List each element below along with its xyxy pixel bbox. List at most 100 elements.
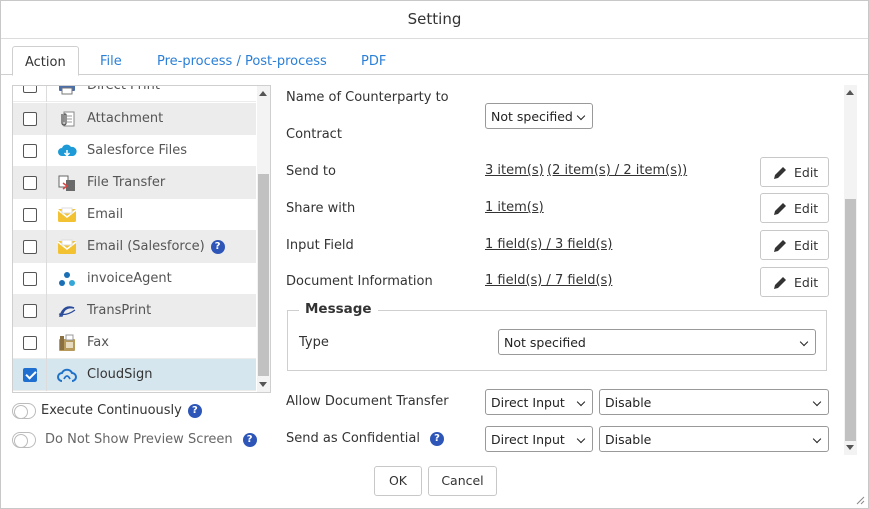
- list-item-email[interactable]: Email: [13, 199, 256, 231]
- help-icon[interactable]: ?: [187, 404, 202, 418]
- help-icon[interactable]: ?: [242, 433, 257, 447]
- direct-print-checkbox[interactable]: [23, 86, 37, 93]
- document-information-link[interactable]: 1 field(s) / 7 field(s): [485, 273, 612, 288]
- settings-scrollbar[interactable]: [844, 85, 857, 455]
- input-field-edit-button[interactable]: Edit: [760, 230, 829, 260]
- edit-label: Edit: [794, 275, 819, 290]
- tab-pre-post-process[interactable]: Pre-process / Post-process: [145, 46, 339, 76]
- allow-transfer-value-select[interactable]: Disable: [599, 389, 829, 415]
- attachment-icon: [61, 111, 75, 127]
- scroll-up-icon[interactable]: [259, 91, 267, 96]
- list-item-cloudsign[interactable]: CloudSign: [13, 359, 256, 391]
- confidential-mode-select[interactable]: Direct Input: [485, 426, 593, 452]
- send-to-label: Send to: [286, 164, 336, 179]
- scroll-down-icon[interactable]: [259, 382, 267, 387]
- counterparty-label-line2: Contract: [286, 127, 342, 142]
- list-item-fax[interactable]: Fax: [13, 327, 256, 359]
- cloudsign-icon: [57, 368, 77, 382]
- allow-transfer-value: Disable: [605, 395, 652, 410]
- document-information-edit-button[interactable]: Edit: [760, 267, 829, 297]
- action-list[interactable]: Direct Print Attachment Salesforce Files…: [12, 85, 271, 393]
- execute-continuously-toggle[interactable]: [12, 403, 36, 419]
- setting-dialog: Setting Action File Pre-process / Post-p…: [0, 0, 869, 509]
- list-item-direct-print[interactable]: Direct Print: [13, 85, 256, 102]
- scroll-up-icon[interactable]: [846, 90, 854, 95]
- list-item-transprint[interactable]: TransPrint: [13, 295, 256, 327]
- salesforce-files-checkbox[interactable]: [23, 144, 37, 158]
- fax-checkbox[interactable]: [23, 336, 37, 350]
- chevron-down-icon: [576, 434, 586, 444]
- do-not-show-preview-label: Do Not Show Preview Screen: [45, 432, 233, 447]
- list-item-label: CloudSign: [87, 367, 153, 382]
- message-type-select[interactable]: Not specified: [498, 329, 816, 355]
- tab-bar: Action File Pre-process / Post-process P…: [1, 46, 868, 76]
- ok-button[interactable]: OK: [374, 466, 422, 496]
- send-as-confidential-label: Send as Confidential?: [286, 431, 444, 446]
- tab-file[interactable]: File: [88, 46, 134, 76]
- send-to-link[interactable]: 3 item(s): [485, 163, 544, 178]
- execute-continuously-label: Execute Continuously: [41, 403, 182, 418]
- invoiceagent-checkbox[interactable]: [23, 272, 37, 286]
- list-item-label: Email (Salesforce)?: [87, 239, 225, 254]
- tab-pdf[interactable]: PDF: [349, 46, 398, 76]
- dialog-title: Setting: [1, 1, 868, 39]
- share-with-edit-button[interactable]: Edit: [760, 193, 829, 223]
- list-item-label: Fax: [87, 335, 109, 350]
- email-salesforce-checkbox[interactable]: [23, 240, 37, 254]
- chevron-down-icon: [799, 337, 809, 347]
- counterparty-select[interactable]: Not specified: [485, 103, 593, 129]
- message-legend: Message: [299, 301, 378, 317]
- cloudsign-checkbox[interactable]: [23, 368, 37, 382]
- chevron-down-icon: [812, 397, 822, 407]
- list-item-label: invoiceAgent: [87, 271, 172, 286]
- confidential-value: Disable: [605, 432, 652, 447]
- help-icon[interactable]: ?: [210, 240, 225, 254]
- send-to-edit-button[interactable]: Edit: [760, 157, 829, 187]
- confidential-value-select[interactable]: Disable: [599, 426, 829, 452]
- list-item-email-salesforce[interactable]: Email (Salesforce)?: [13, 231, 256, 263]
- email-icon: [57, 207, 77, 222]
- list-item-label: Direct Print: [87, 85, 160, 93]
- send-to-detail-link[interactable]: (2 item(s) / 2 item(s)): [547, 163, 687, 178]
- share-with-link[interactable]: 1 item(s): [485, 200, 544, 215]
- chevron-down-icon: [576, 397, 586, 407]
- allow-document-transfer-label: Allow Document Transfer: [286, 394, 449, 409]
- edit-label: Edit: [794, 201, 819, 216]
- tab-action[interactable]: Action: [12, 46, 79, 76]
- list-item-invoiceagent[interactable]: invoiceAgent: [13, 263, 256, 295]
- list-item-file-transfer[interactable]: File Transfer: [13, 167, 256, 199]
- list-item-salesforce-files[interactable]: Salesforce Files: [13, 135, 256, 167]
- email-salesforce-icon: [57, 239, 77, 254]
- resize-grip-icon[interactable]: [855, 495, 865, 505]
- list-scroll-thumb[interactable]: [258, 174, 269, 376]
- file-transfer-icon: [58, 175, 75, 191]
- send-as-confidential-text: Send as Confidential: [286, 431, 420, 446]
- execute-continuously-text: Execute Continuously?: [41, 403, 202, 418]
- file-transfer-checkbox[interactable]: [23, 176, 37, 190]
- pencil-icon: [774, 203, 786, 215]
- counterparty-select-value: Not specified: [491, 109, 573, 124]
- transprint-checkbox[interactable]: [23, 304, 37, 318]
- scroll-down-icon[interactable]: [846, 445, 854, 450]
- input-field-label: Input Field: [286, 238, 354, 253]
- do-not-show-preview-toggle[interactable]: [12, 432, 36, 448]
- printer-icon: [59, 86, 75, 95]
- allow-transfer-mode-select[interactable]: Direct Input: [485, 389, 593, 415]
- list-scrollbar[interactable]: [257, 86, 270, 392]
- transprint-icon: [58, 306, 76, 317]
- attachment-checkbox[interactable]: [23, 112, 37, 126]
- list-item-attachment[interactable]: Attachment: [13, 103, 256, 135]
- email-checkbox[interactable]: [23, 208, 37, 222]
- list-item-label: Salesforce Files: [87, 143, 187, 158]
- pencil-icon: [774, 240, 786, 252]
- settings-scroll-thumb[interactable]: [845, 199, 856, 441]
- cancel-button[interactable]: Cancel: [428, 466, 497, 496]
- message-type-select-value: Not specified: [504, 335, 586, 350]
- list-item-label: File Transfer: [87, 175, 166, 190]
- input-field-link[interactable]: 1 field(s) / 3 field(s): [485, 237, 612, 252]
- invoiceagent-icon: [59, 272, 75, 286]
- help-icon[interactable]: ?: [429, 432, 444, 446]
- list-item-label: TransPrint: [87, 303, 152, 318]
- fax-icon: [59, 334, 75, 351]
- do-not-show-preview-text: Do Not Show Preview Screen?: [45, 432, 257, 447]
